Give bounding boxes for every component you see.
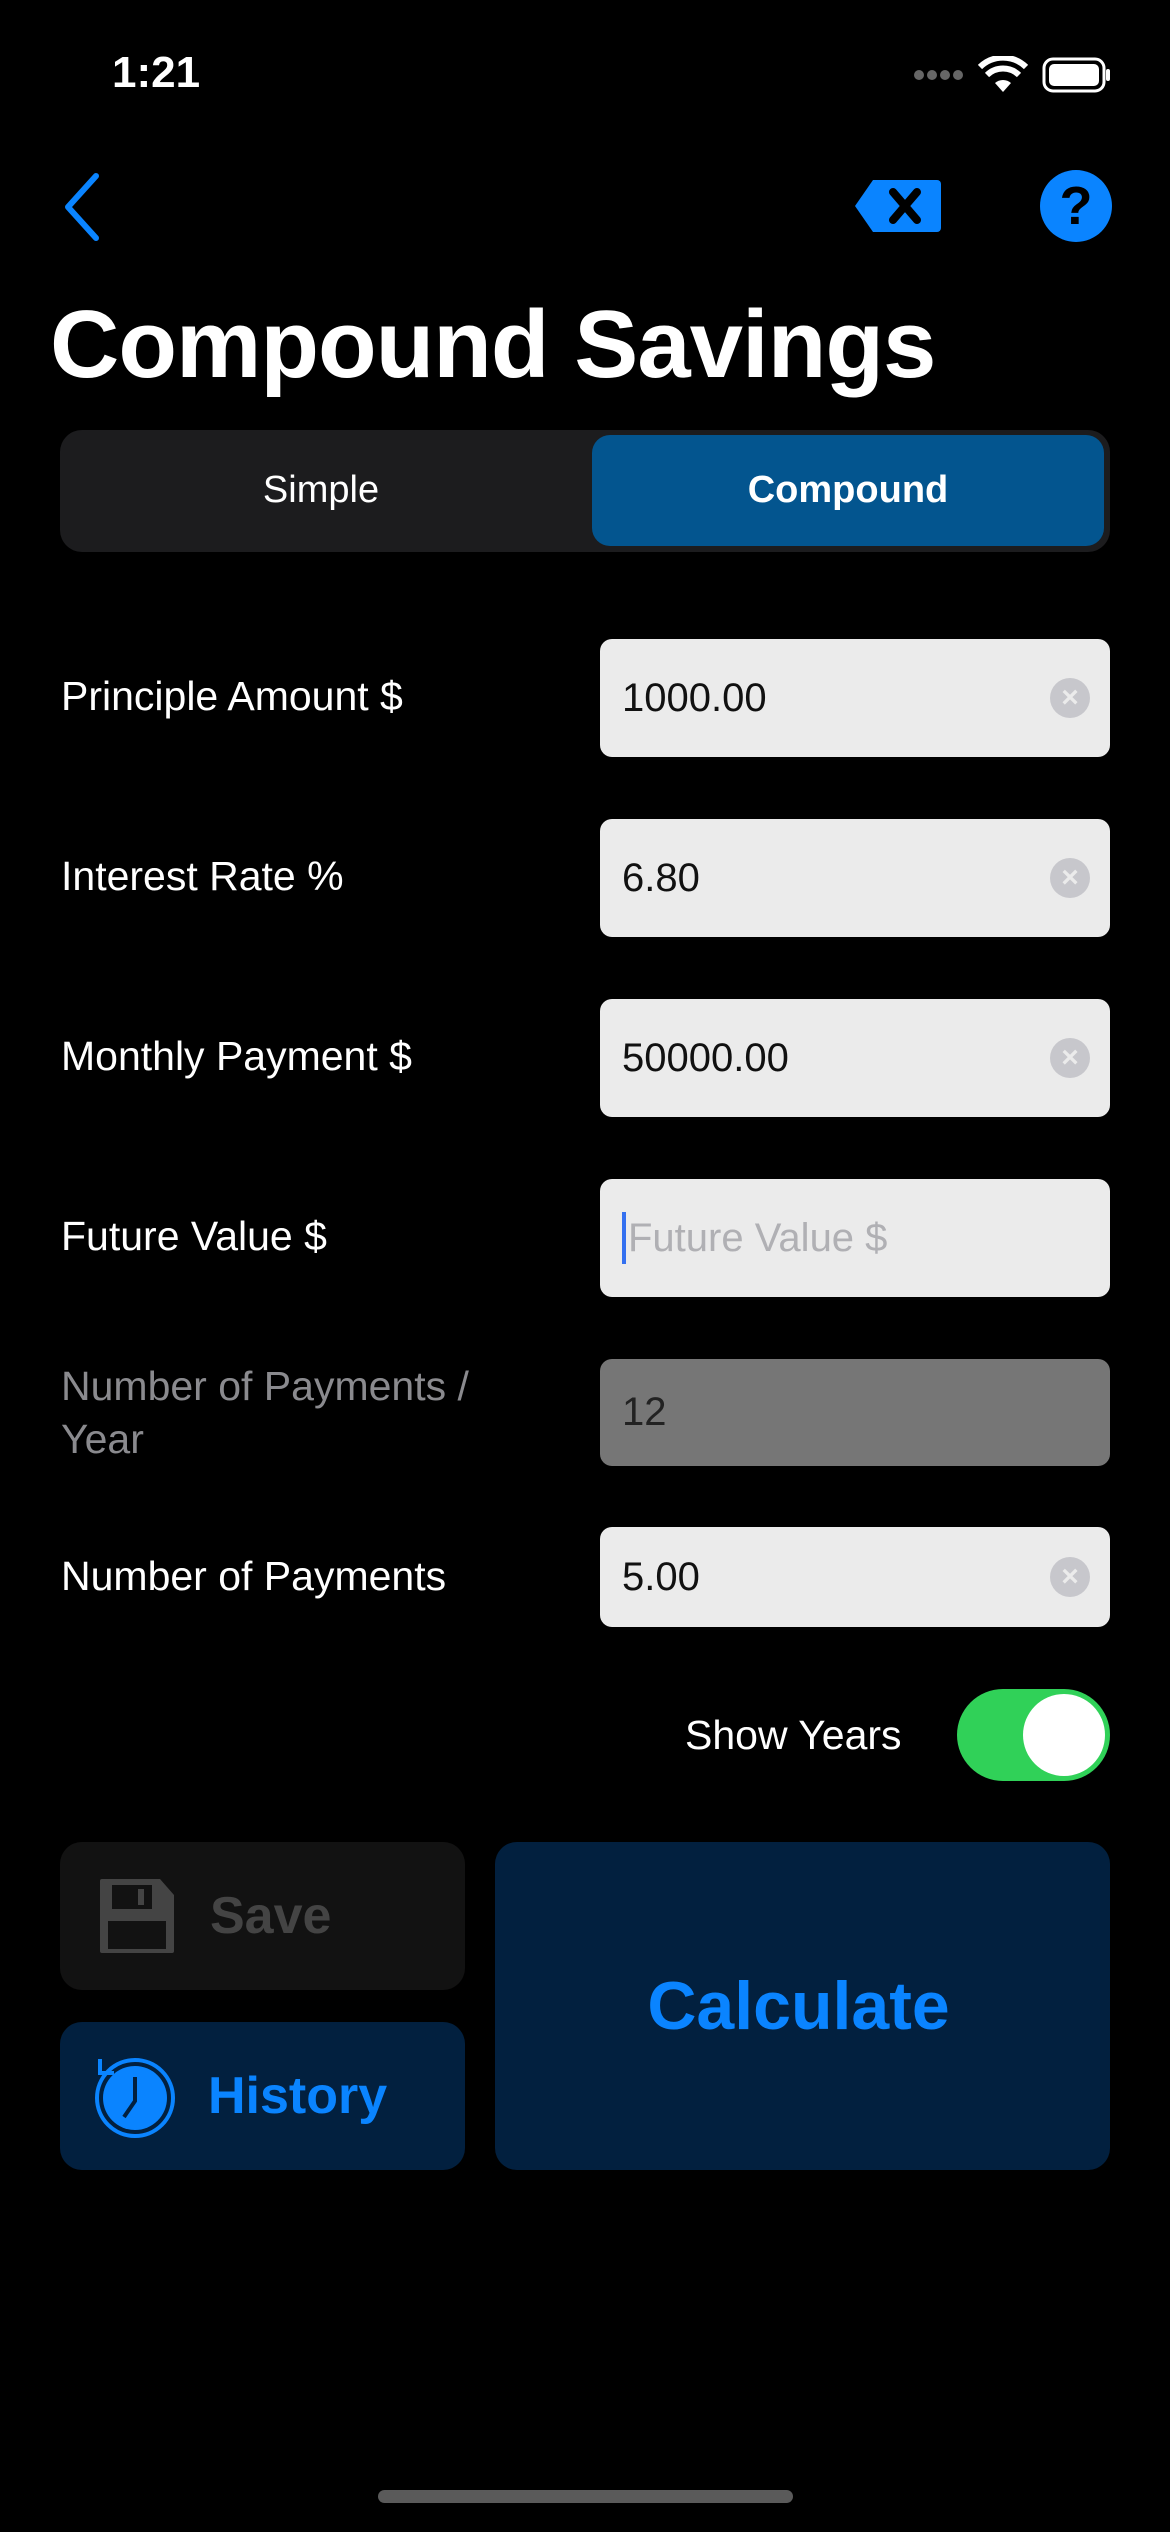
help-icon[interactable]: ? xyxy=(1040,170,1112,242)
segment-simple[interactable]: Simple xyxy=(65,435,577,546)
floppy-disk-icon xyxy=(100,1879,174,1953)
battery-icon xyxy=(1042,57,1110,93)
monthly-payment-label: Monthly Payment $ xyxy=(61,1033,412,1079)
status-time: 1:21 xyxy=(112,48,201,97)
clear-icon[interactable]: × xyxy=(1050,678,1090,718)
principle-label: Principle Amount $ xyxy=(61,673,403,719)
mode-segmented-control: Simple Compound xyxy=(60,430,1110,552)
signal-icon xyxy=(914,70,963,80)
monthly-payment-input[interactable]: 50000.00 × xyxy=(600,999,1110,1117)
show-years-toggle[interactable] xyxy=(957,1689,1110,1781)
future-value-placeholder: Future Value $ xyxy=(628,1215,888,1260)
segment-compound[interactable]: Compound xyxy=(592,435,1104,546)
payments-per-year-input: 12 xyxy=(600,1359,1110,1466)
save-label: Save xyxy=(210,1887,332,1945)
payments-per-year-value: 12 xyxy=(622,1390,667,1434)
clock-history-icon xyxy=(95,2058,175,2138)
clear-icon[interactable]: × xyxy=(1050,1038,1090,1078)
clear-icon[interactable]: × xyxy=(1050,1557,1090,1597)
calculate-label: Calculate xyxy=(647,1968,950,2044)
monthly-payment-value: 50000.00 xyxy=(622,1035,789,1080)
history-label: History xyxy=(208,2067,388,2125)
wifi-icon xyxy=(978,56,1028,92)
payments-per-year-label: Number of Payments / Year xyxy=(61,1363,469,1462)
future-value-label: Future Value $ xyxy=(61,1213,327,1259)
principle-value: 1000.00 xyxy=(622,675,767,720)
history-button[interactable]: History xyxy=(60,2022,465,2170)
clear-icon[interactable]: × xyxy=(1050,858,1090,898)
back-chevron-icon[interactable] xyxy=(62,172,102,242)
show-years-label: Show Years xyxy=(685,1712,902,1758)
future-value-input[interactable]: Future Value $ xyxy=(600,1179,1110,1297)
number-of-payments-value: 5.00 xyxy=(622,1554,700,1599)
text-caret xyxy=(622,1212,626,1264)
page-title: Compound Savings xyxy=(50,291,936,398)
calculate-button[interactable]: Calculate xyxy=(495,1842,1110,2170)
delete-left-icon[interactable] xyxy=(853,178,943,234)
status-icons xyxy=(914,56,1112,94)
interest-rate-value: 6.80 xyxy=(622,855,700,900)
number-of-payments-label: Number of Payments xyxy=(61,1553,447,1599)
principle-input[interactable]: 1000.00 × xyxy=(600,639,1110,757)
interest-rate-label: Interest Rate % xyxy=(61,853,344,899)
home-indicator xyxy=(378,2490,793,2503)
toggle-knob xyxy=(1023,1694,1105,1776)
save-button[interactable]: Save xyxy=(60,1842,465,1990)
number-of-payments-input[interactable]: 5.00 × xyxy=(600,1527,1110,1627)
interest-rate-input[interactable]: 6.80 × xyxy=(600,819,1110,937)
